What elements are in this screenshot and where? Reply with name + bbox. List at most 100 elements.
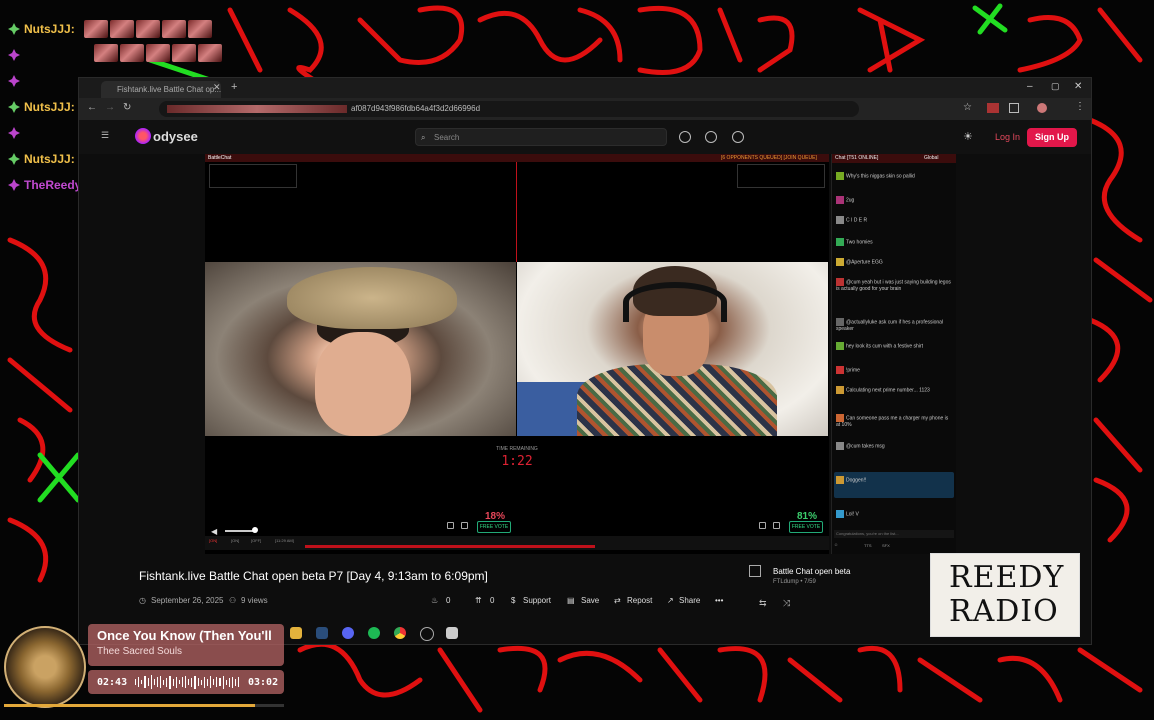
waveform-bar xyxy=(144,676,146,688)
back-icon[interactable]: ← xyxy=(87,102,97,113)
emote-strip xyxy=(84,20,212,38)
upload-icon[interactable] xyxy=(679,131,691,143)
sfx-button[interactable]: SFX xyxy=(882,543,890,548)
chat-message: C I D E R xyxy=(836,216,952,224)
status-item[interactable]: [ON] xyxy=(231,538,239,543)
theme-toggle-icon[interactable]: ☀ xyxy=(963,130,973,143)
app-icon[interactable] xyxy=(446,627,458,639)
chat-message-text: @Aperture EGG xyxy=(846,259,883,266)
waveform-bar xyxy=(147,678,149,686)
browser-menu-icon[interactable]: ⋮ xyxy=(1075,101,1085,112)
save-icon: ▤ xyxy=(567,596,575,605)
loop-icon[interactable]: ⇆ xyxy=(759,598,767,609)
extensions-puzzle-icon[interactable] xyxy=(1009,103,1019,113)
lock-icon[interactable] xyxy=(461,522,468,529)
tab-fishtank[interactable]: Fishtank.live Battle Chat op... xyxy=(101,81,221,98)
avatar xyxy=(836,172,844,180)
avatar xyxy=(836,238,844,246)
reload-icon[interactable]: ↻ xyxy=(123,102,131,113)
stream-chat-user: TheReedy: xyxy=(24,178,86,192)
waveform-bar xyxy=(191,677,193,687)
forward-icon[interactable]: → xyxy=(105,102,115,113)
window-close-icon[interactable]: ✕ xyxy=(1074,81,1082,92)
steam-icon[interactable] xyxy=(316,627,328,639)
waveform-bar xyxy=(135,679,137,685)
chat-scope-selector[interactable]: Global xyxy=(924,154,938,163)
star-icon xyxy=(8,179,20,191)
tab-close-icon[interactable]: ✕ xyxy=(213,82,221,93)
repost-icon: ⇄ xyxy=(614,596,621,605)
url-field[interactable]: af087d943f986fdb64a4f3d2d66996d xyxy=(159,101,859,117)
chat-input[interactable]: Congratulations, you're on the list... xyxy=(834,530,954,538)
discord-icon[interactable] xyxy=(342,627,354,639)
headphones xyxy=(623,282,727,322)
new-tab-icon[interactable]: + xyxy=(231,81,237,93)
more-options-button[interactable]: ••• xyxy=(715,596,723,605)
waveform-bar xyxy=(141,680,143,684)
stream-chat-row: TheReedy: xyxy=(8,176,85,194)
status-item[interactable]: [OFF] xyxy=(251,538,261,543)
publish-date: September 26, 2025 xyxy=(151,596,224,605)
status-item: [11:29 AM] xyxy=(275,538,294,543)
chat-message-text: Why's this niggas skin so pallid xyxy=(846,173,915,180)
waveform-bar xyxy=(213,679,215,685)
help-icon[interactable] xyxy=(732,131,744,143)
search-input[interactable]: ⌕ Search xyxy=(415,128,667,146)
login-link[interactable]: Log In xyxy=(995,132,1020,142)
chat-title: Chat [T51 ONLINE] xyxy=(835,155,879,161)
repost-button[interactable]: Repost xyxy=(627,596,652,605)
free-vote-button-right[interactable]: FREE VOTE xyxy=(789,521,823,533)
stream-chat-row xyxy=(8,46,24,64)
waveform-bar xyxy=(163,679,165,685)
waveform-bar xyxy=(194,675,196,689)
spotify-icon[interactable] xyxy=(368,627,380,639)
waveform-bar xyxy=(138,677,140,687)
chrome-icon[interactable] xyxy=(394,627,406,639)
chat-message: @Aperture EGG xyxy=(836,258,952,266)
avatar xyxy=(836,342,844,350)
free-vote-button-left[interactable]: FREE VOTE xyxy=(477,521,511,533)
minimize-icon[interactable]: – xyxy=(1027,81,1033,92)
volume-slider[interactable] xyxy=(225,530,255,532)
heart-icon[interactable] xyxy=(759,522,766,529)
maximize-icon[interactable]: ▢ xyxy=(1051,81,1060,92)
stream-chat-row: NutsJJJ: xyxy=(8,150,75,168)
timer-label: TIME REMAINING xyxy=(496,446,538,452)
emoji-icon[interactable]: ☺ xyxy=(834,542,838,547)
volume-knob[interactable] xyxy=(252,527,258,533)
file-explorer-icon[interactable] xyxy=(290,627,302,639)
signup-button[interactable]: Sign Up xyxy=(1027,128,1077,147)
hamburger-menu-icon[interactable]: ☰ xyxy=(101,130,109,141)
fire-icon[interactable]: ♨ xyxy=(431,596,438,605)
heart-icon[interactable] xyxy=(447,522,454,529)
chat-toolbar: ☺ TTS SFX xyxy=(834,541,954,549)
waveform-bar xyxy=(216,677,218,687)
settings-gear-icon[interactable] xyxy=(705,131,717,143)
tts-button[interactable]: TTS xyxy=(864,543,872,548)
odysee-logo-text[interactable]: odysee xyxy=(153,129,198,144)
extension-icon[interactable] xyxy=(987,103,999,113)
chat-message: Two homies xyxy=(836,238,952,246)
odysee-logo-icon[interactable] xyxy=(135,128,151,144)
video-player[interactable]: BattleChat [6 OPPONENTS QUEUED] [JOIN QU… xyxy=(205,154,829,554)
stream-chat-user: NutsJJJ: xyxy=(24,22,75,36)
playlist-icon[interactable] xyxy=(749,565,761,577)
profile-avatar-icon[interactable] xyxy=(1037,103,1047,113)
recommended-title[interactable]: Battle Chat open beta xyxy=(773,567,850,576)
status-item[interactable]: [ON] xyxy=(209,538,217,543)
support-button[interactable]: Support xyxy=(523,596,551,605)
save-button[interactable]: Save xyxy=(581,596,599,605)
obs-icon[interactable] xyxy=(420,627,434,641)
audio-waveform xyxy=(135,675,240,689)
shuffle-icon[interactable]: ⤨ xyxy=(783,598,790,609)
chat-message: Can someone pass me a charger my phone i… xyxy=(836,414,952,428)
waveform-bar xyxy=(222,675,224,689)
boost-icon[interactable]: ⇈ xyxy=(475,596,482,605)
volume-icon[interactable]: ◀ xyxy=(211,527,217,536)
bookmark-star-icon[interactable]: ☆ xyxy=(963,102,972,113)
share-button[interactable]: Share xyxy=(679,596,700,605)
queue-status[interactable]: [6 OPPONENTS QUEUED] [JOIN QUEUE] xyxy=(721,154,817,162)
waveform-bar xyxy=(203,676,205,688)
star-icon xyxy=(8,75,20,87)
lock-icon[interactable] xyxy=(773,522,780,529)
